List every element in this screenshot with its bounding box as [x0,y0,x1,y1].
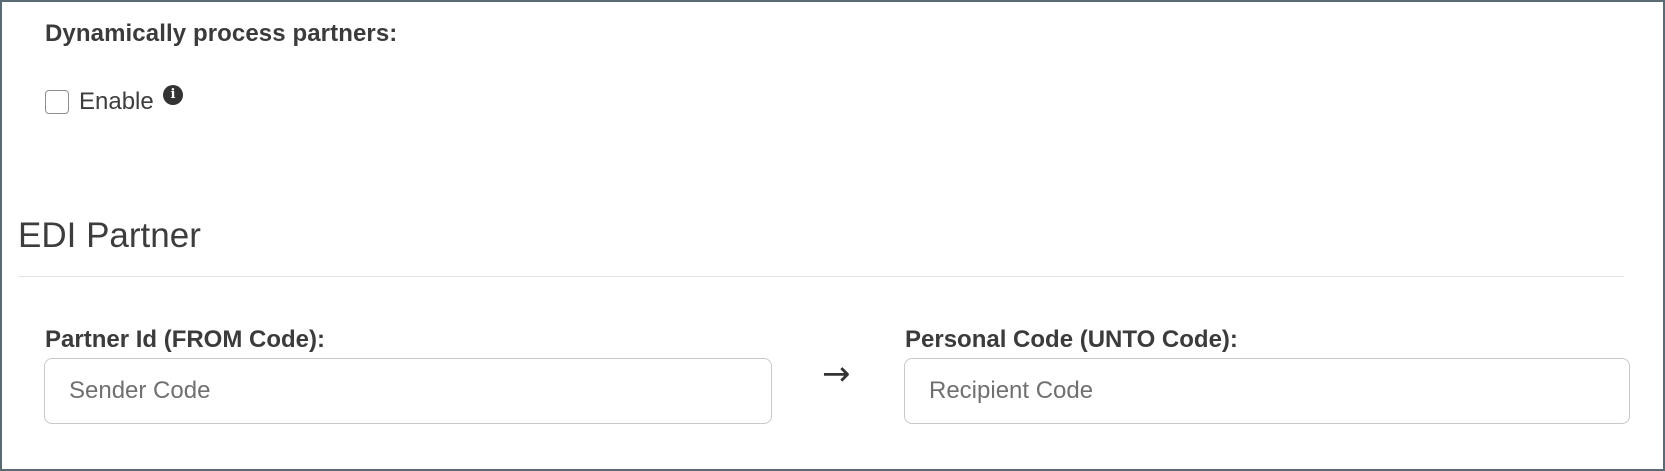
enable-checkbox-label[interactable]: Enable [79,88,154,116]
section-divider [18,276,1624,277]
sender-code-input[interactable] [44,358,772,424]
from-code-label: Partner Id (FROM Code): [45,326,325,353]
info-icon[interactable]: i [163,85,183,105]
enable-checkbox[interactable] [45,90,69,114]
unto-code-label: Personal Code (UNTO Code): [905,326,1238,353]
dynamic-process-label: Dynamically process partners: [45,20,398,47]
recipient-code-input[interactable] [904,358,1630,424]
section-title: EDI Partner [18,216,201,255]
enable-checkbox-row[interactable]: Enable [45,88,154,116]
right-arrow-icon: → [822,354,851,394]
